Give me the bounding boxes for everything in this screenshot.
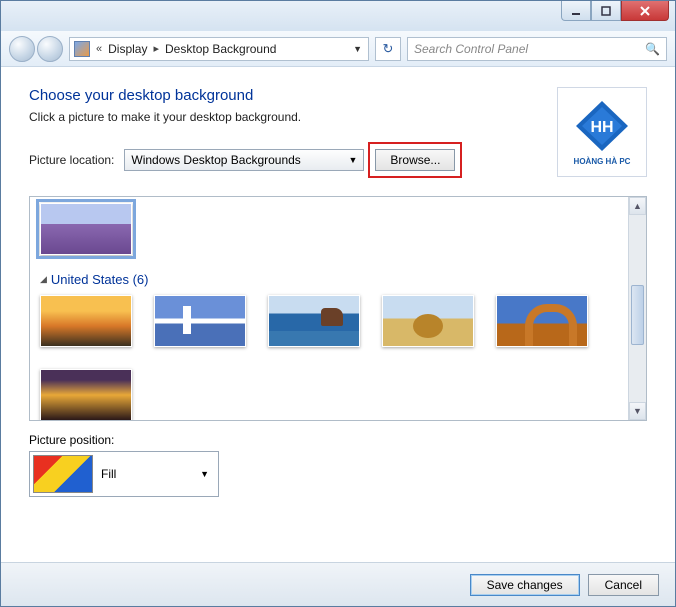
wallpaper-thumb[interactable]	[268, 295, 360, 347]
wallpaper-thumb[interactable]	[40, 369, 132, 421]
wallpaper-thumb[interactable]	[496, 295, 588, 347]
wallpaper-thumb[interactable]	[40, 203, 132, 255]
breadcrumb-desktop-background[interactable]: Desktop Background	[165, 42, 276, 56]
titlebar	[1, 1, 675, 31]
picture-location-value: Windows Desktop Backgrounds	[131, 153, 300, 167]
nav-toolbar: « Display ▸ Desktop Background ▼ ↻ Searc…	[1, 31, 675, 67]
picture-location-label: Picture location:	[29, 153, 114, 167]
brand-logo: HH HOÀNG HÀ PC	[557, 87, 647, 177]
nav-history	[9, 36, 63, 62]
picture-position-label: Picture position:	[29, 433, 647, 447]
address-bar[interactable]: « Display ▸ Desktop Background ▼	[69, 37, 369, 61]
scroll-thumb[interactable]	[631, 285, 644, 345]
vertical-scrollbar[interactable]: ▲ ▼	[628, 197, 646, 420]
breadcrumb-sep: ▸	[153, 42, 159, 55]
breadcrumb-display[interactable]: Display	[108, 42, 147, 56]
scroll-down-icon[interactable]: ▼	[629, 402, 646, 420]
cancel-button[interactable]: Cancel	[588, 574, 659, 596]
scroll-track[interactable]	[629, 215, 646, 402]
search-placeholder: Search Control Panel	[414, 42, 528, 56]
page-subtext: Click a picture to make it your desktop …	[29, 110, 462, 124]
scroll-up-icon[interactable]: ▲	[629, 197, 646, 215]
breadcrumb-chevrons: «	[96, 43, 102, 55]
svg-text:HH: HH	[590, 119, 613, 136]
address-dropdown-icon[interactable]: ▼	[351, 44, 364, 54]
window-buttons	[561, 1, 669, 21]
picture-location-dropdown[interactable]: Windows Desktop Backgrounds ▼	[124, 149, 364, 171]
logo-icon: HH	[572, 99, 632, 153]
chevron-down-icon: ▼	[200, 469, 215, 479]
logo-text: HOÀNG HÀ PC	[574, 157, 631, 166]
picture-position-dropdown[interactable]: Fill ▼	[29, 451, 219, 497]
refresh-button[interactable]: ↻	[375, 37, 401, 61]
save-changes-button[interactable]: Save changes	[470, 574, 580, 596]
close-button[interactable]	[621, 1, 669, 21]
page-title: Choose your desktop background	[29, 87, 462, 104]
forward-button[interactable]	[37, 36, 63, 62]
position-value: Fill	[101, 467, 116, 481]
search-input[interactable]: Search Control Panel 🔍	[407, 37, 667, 61]
wallpaper-thumb[interactable]	[40, 295, 132, 347]
highlight-box: Browse...	[368, 142, 462, 178]
back-button[interactable]	[9, 36, 35, 62]
collapse-icon: ◢	[40, 274, 47, 285]
wallpaper-gallery: ◢ United States (6) ▲ ▼	[29, 196, 647, 421]
maximize-button[interactable]	[591, 1, 621, 21]
control-panel-icon	[74, 41, 90, 57]
search-icon: 🔍	[645, 42, 660, 56]
wallpaper-thumb[interactable]	[382, 295, 474, 347]
footer-bar: Save changes Cancel	[1, 562, 675, 606]
chevron-down-icon: ▼	[348, 155, 357, 165]
group-label: United States (6)	[51, 272, 149, 287]
minimize-button[interactable]	[561, 1, 591, 21]
wallpaper-thumb[interactable]	[154, 295, 246, 347]
content-area: Choose your desktop background Click a p…	[1, 67, 675, 507]
browse-button[interactable]: Browse...	[375, 149, 455, 171]
gallery-group-header[interactable]: ◢ United States (6)	[40, 272, 636, 287]
window-frame: « Display ▸ Desktop Background ▼ ↻ Searc…	[0, 0, 676, 607]
position-preview-icon	[33, 455, 93, 493]
